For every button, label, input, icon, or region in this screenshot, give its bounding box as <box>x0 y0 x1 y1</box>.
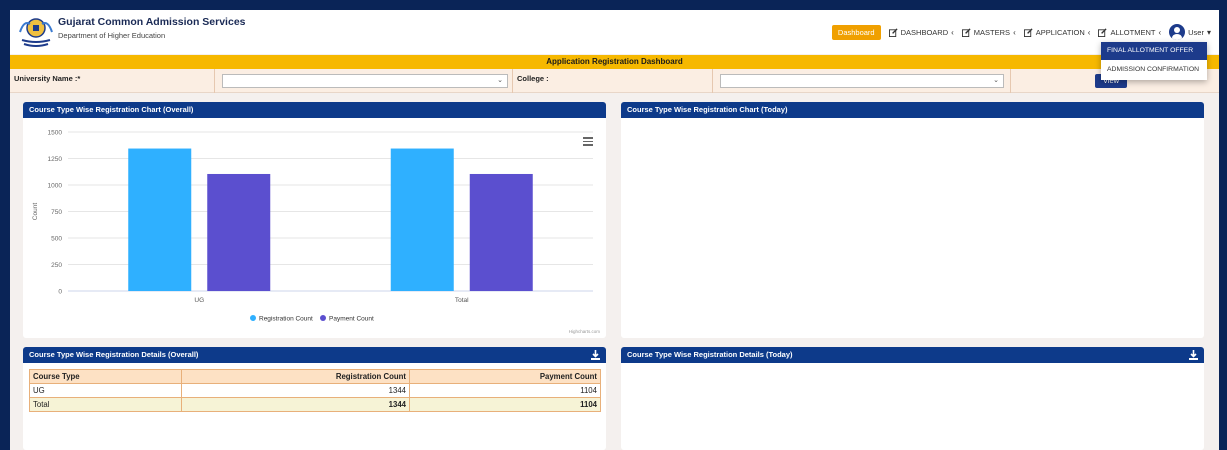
table-row: UG 1344 1104 <box>29 383 601 398</box>
table-header-row: Course Type Registration Count Payment C… <box>29 369 601 384</box>
chart-overall-title: Course Type Wise Registration Chart (Ove… <box>23 102 606 118</box>
legend-marker <box>320 315 326 321</box>
app-subtitle: Department of Higher Education <box>58 31 166 40</box>
download-icon[interactable] <box>591 350 600 360</box>
col-header-registration-count: Registration Count <box>181 369 410 384</box>
university-label: University Name :* <box>14 74 81 83</box>
details-today-title: Course Type Wise Registration Details (T… <box>627 350 793 359</box>
download-icon[interactable] <box>1189 350 1198 360</box>
details-overall-title: Course Type Wise Registration Details (O… <box>29 350 199 359</box>
nav-label: ALLOTMENT <box>1110 27 1156 37</box>
details-overall-panel: Course Type Wise Registration Details (O… <box>23 347 606 450</box>
details-overall-table: Course Type Registration Count Payment C… <box>29 369 601 412</box>
caret-down-icon: ▾ <box>1206 27 1211 37</box>
y-tick-label: 500 <box>51 236 62 243</box>
main-nav: Dashboard DASHBOARD ‹ MASTERS ‹ APPLICATIO… <box>831 23 1211 41</box>
details-today-header: Course Type Wise Registration Details (T… <box>621 347 1204 363</box>
y-tick-label: 0 <box>58 289 62 296</box>
nav-item-dashboard[interactable]: DASHBOARD ‹ <box>888 27 954 37</box>
y-axis-label: Count <box>32 203 39 221</box>
cell-course-type: Total <box>29 397 182 412</box>
chevron-down-icon: ⌄ <box>993 77 999 84</box>
edit-icon <box>961 27 971 37</box>
registration-chart: 0 250 500 750 1000 1250 1500 Count UG Total Regist… <box>32 130 601 335</box>
legend-marker <box>250 315 256 321</box>
cell-registration-count: 1344 <box>181 397 410 412</box>
chart-credit: Highcharts.com <box>569 329 601 334</box>
chevron-left-icon: ‹ <box>1013 27 1016 37</box>
chevron-left-icon: ‹ <box>1158 27 1162 37</box>
details-today-panel: Course Type Wise Registration Details (T… <box>621 347 1204 450</box>
screen: Gujarat Common Admission Services Depart… <box>10 10 1219 450</box>
chart-today-panel: Course Type Wise Registration Chart (Tod… <box>621 102 1204 338</box>
nav-label: APPLICATION <box>1035 27 1085 37</box>
college-label-cell: College : <box>513 69 713 93</box>
y-tick-label: 750 <box>51 209 62 216</box>
app-title: Gujarat Common Admission Services <box>58 16 246 28</box>
college-label: College : <box>517 74 549 83</box>
chart-today-title: Course Type Wise Registration Chart (Tod… <box>621 102 1204 118</box>
y-tick-label: 250 <box>51 262 62 269</box>
chart-menu-icon[interactable] <box>583 137 593 146</box>
legend-item: Registration Count <box>259 316 313 323</box>
bar-payment-count <box>469 173 533 291</box>
chevron-left-icon: ‹ <box>1087 27 1091 37</box>
y-tick-label: 1250 <box>48 156 63 163</box>
gcas-logo <box>19 18 53 47</box>
chevron-left-icon: ‹ <box>951 27 954 37</box>
university-label-cell: University Name :* <box>10 69 215 93</box>
chevron-down-icon: ⌄ <box>497 77 503 84</box>
menu-item-admission-confirmation[interactable]: ADMISSION CONFIRMATION <box>1101 60 1207 80</box>
col-header-course-type: Course Type <box>29 369 182 384</box>
bar-registration-count <box>128 148 192 291</box>
menu-item-final-allotment-offer[interactable]: FINAL ALLOTMENT OFFER <box>1101 42 1207 60</box>
university-select[interactable]: ⌄ <box>222 74 508 88</box>
nav-dashboard-button[interactable]: Dashboard <box>831 24 881 40</box>
cell-registration-count: 1344 <box>181 383 410 398</box>
user-name: User <box>1188 27 1204 37</box>
nav-item-allotment[interactable]: ALLOTMENT ‹ <box>1098 28 1161 37</box>
x-tick-label: UG <box>194 297 204 304</box>
bar-payment-count <box>207 173 271 291</box>
edit-icon <box>1098 27 1108 37</box>
college-select-cell: ⌄ <box>713 69 1011 93</box>
avatar <box>1169 24 1186 40</box>
table-row-total: Total 1344 1104 <box>29 397 601 412</box>
nav-item-masters[interactable]: MASTERS ‹ <box>961 27 1016 37</box>
x-tick-label: Total <box>455 297 469 304</box>
college-select[interactable]: ⌄ <box>720 74 1004 88</box>
nav-label: MASTERS <box>973 27 1011 37</box>
university-select-cell: ⌄ <box>215 69 513 93</box>
allotment-dropdown: FINAL ALLOTMENT OFFER ADMISSION CONFIRMA… <box>1101 42 1207 80</box>
y-tick-label: 1500 <box>48 130 63 137</box>
cell-payment-count: 1104 <box>409 397 601 412</box>
cell-payment-count: 1104 <box>409 383 601 398</box>
user-menu[interactable]: User ▾ <box>1169 24 1211 40</box>
filter-bar: University Name :* ⌄ College : ⌄ <box>10 69 1219 93</box>
edit-icon <box>888 27 898 37</box>
bar-registration-count <box>390 148 454 291</box>
nav-item-application[interactable]: APPLICATION ‹ <box>1023 27 1091 37</box>
top-bar: Gujarat Common Admission Services Depart… <box>10 10 1219 54</box>
cell-course-type: UG <box>29 383 182 398</box>
details-overall-header: Course Type Wise Registration Details (O… <box>23 347 606 363</box>
nav-label: DASHBOARD <box>900 27 949 37</box>
col-header-payment-count: Payment Count <box>409 369 601 384</box>
legend-item: Payment Count <box>329 316 374 323</box>
y-tick-label: 1000 <box>48 183 63 190</box>
edit-icon <box>1023 27 1033 37</box>
page-banner: Application Registration Dashboard <box>10 55 1219 69</box>
